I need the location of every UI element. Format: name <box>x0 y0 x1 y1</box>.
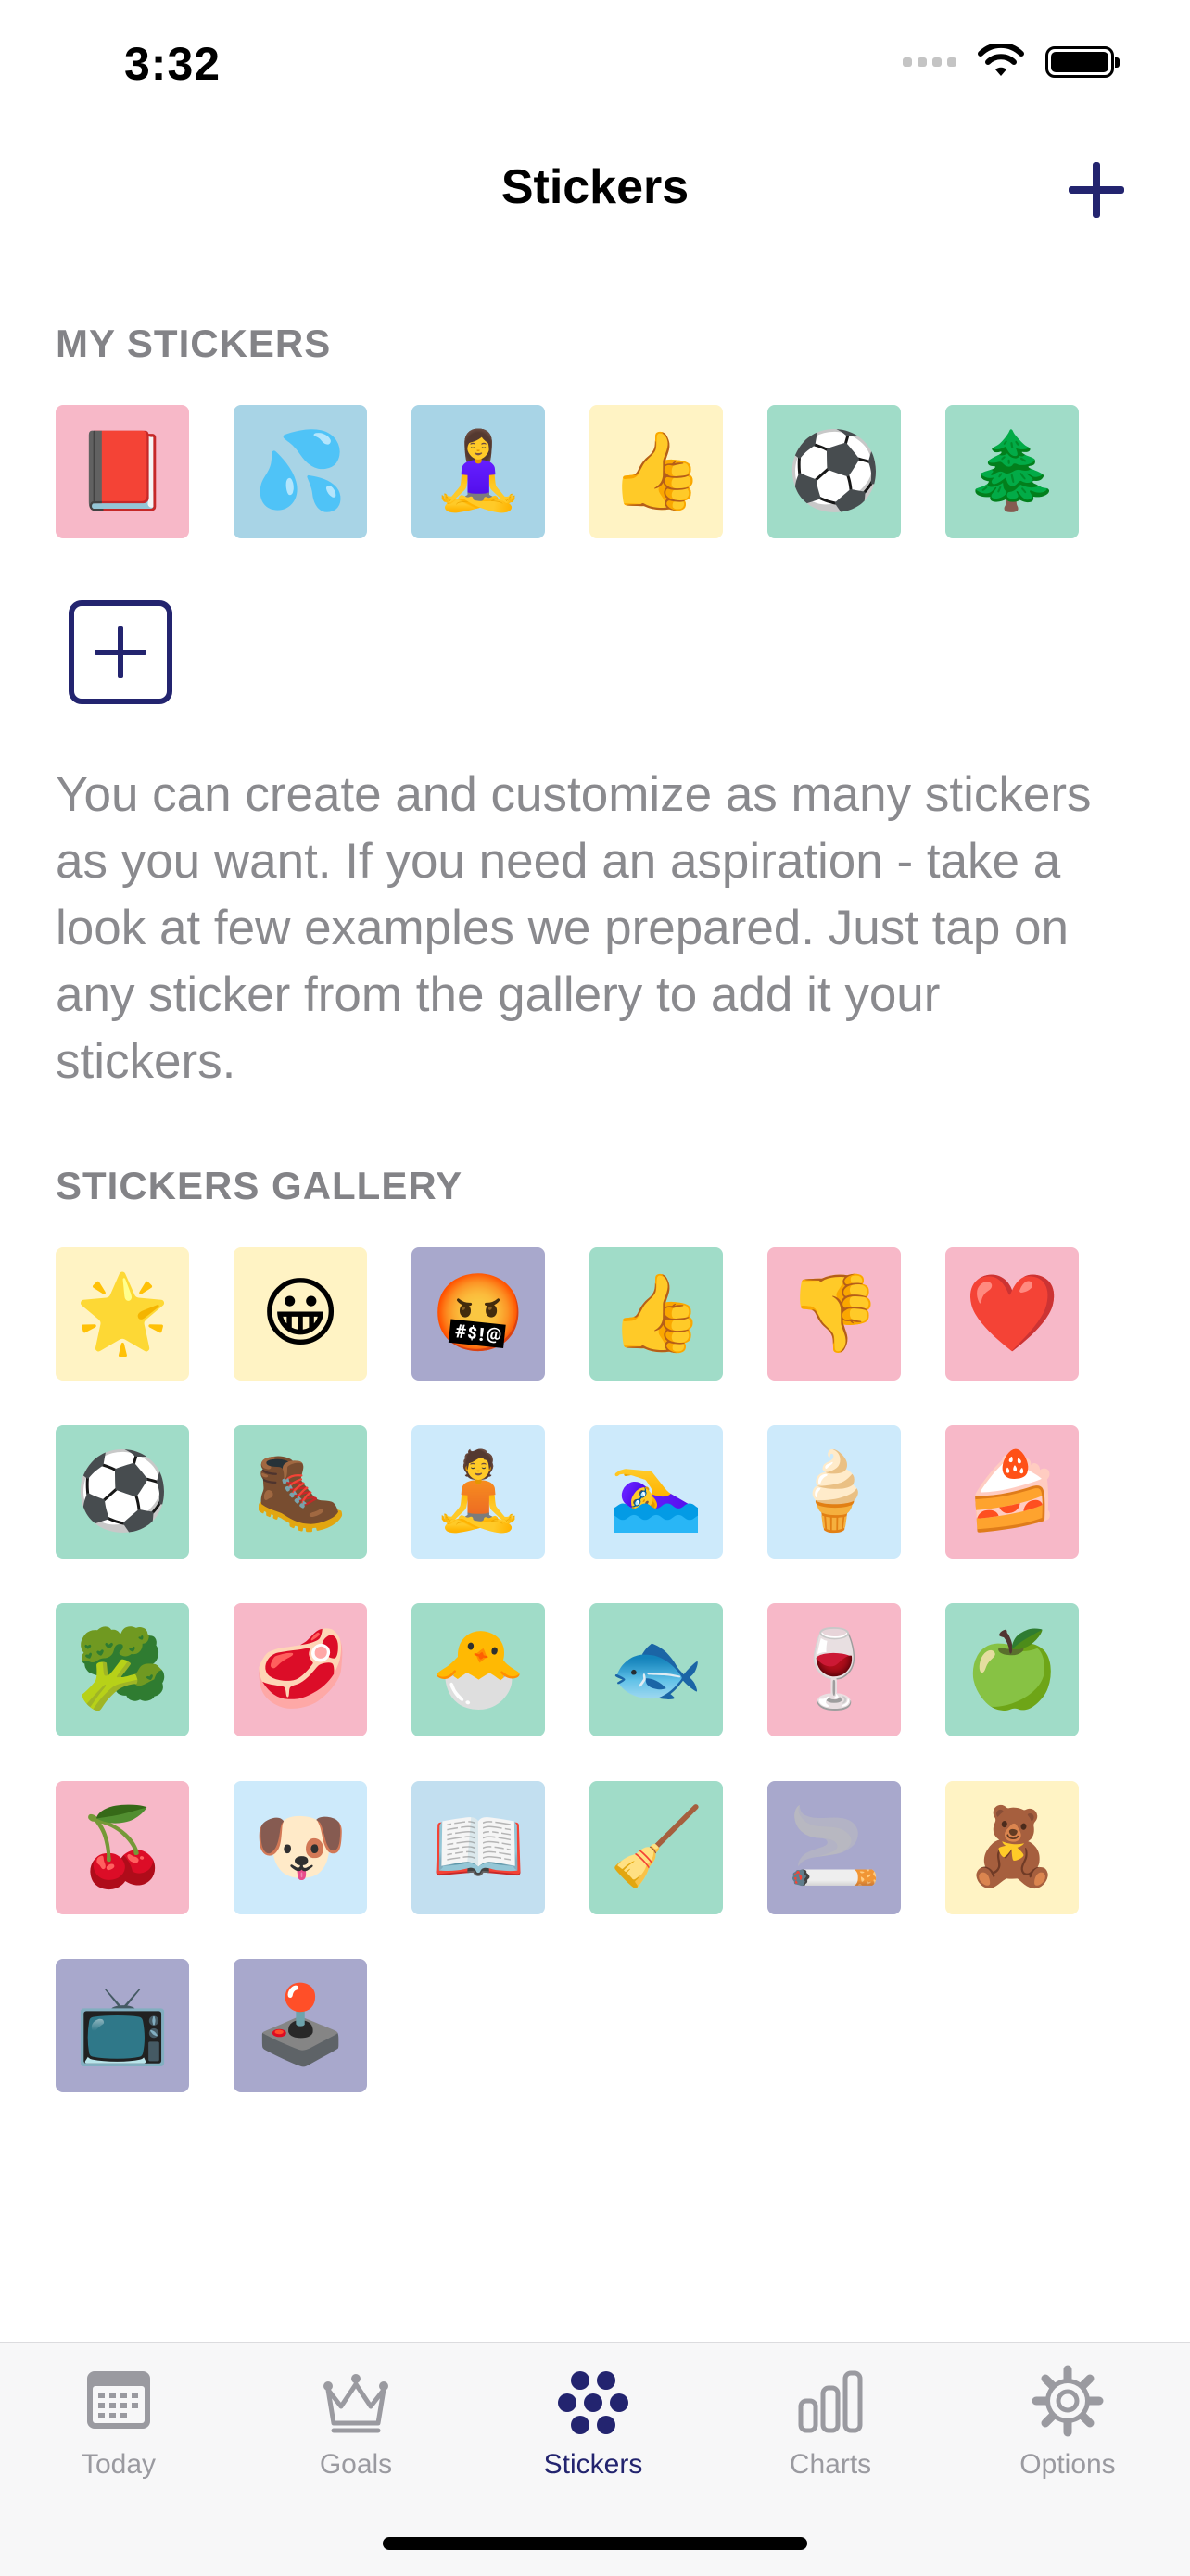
hatching-chick-icon: 🐣 <box>430 1627 526 1711</box>
tab-goals-label: Goals <box>319 2449 393 2480</box>
woman-swimming-icon: 🏊‍♀️ <box>608 1449 704 1534</box>
sticker-television[interactable]: 📺 <box>56 1959 189 2092</box>
thumbs-up-icon: 👍 <box>608 1271 704 1356</box>
sticker-green-apple[interactable]: 🍏 <box>945 1603 1079 1736</box>
tab-goals[interactable]: Goals <box>263 2364 449 2503</box>
soccer-ball-icon: ⚽ <box>74 1449 171 1534</box>
sticker-dog-face[interactable]: 🐶 <box>234 1781 367 1914</box>
bar-chart-icon <box>798 2370 863 2433</box>
sticker-shortcake[interactable]: 🍰 <box>945 1425 1079 1559</box>
sticker-soccer-ball[interactable]: ⚽ <box>767 405 901 538</box>
sticker-person-in-lotus-position[interactable]: 🧘 <box>411 1425 545 1559</box>
teddy-bear-icon: 🧸 <box>964 1805 1060 1889</box>
sticker-hiking-boot[interactable]: 🥾 <box>234 1425 367 1559</box>
crown-icon <box>323 2374 388 2433</box>
sticker-cigarette[interactable]: 🚬 <box>767 1781 901 1914</box>
sweat-droplets-icon: 💦 <box>252 429 348 513</box>
tab-charts-label: Charts <box>789 2449 872 2480</box>
tab-today-label: Today <box>81 2449 157 2480</box>
cigarette-icon: 🚬 <box>786 1805 882 1889</box>
cut-of-meat-icon: 🥩 <box>252 1627 348 1711</box>
evergreen-tree-icon: 🌲 <box>964 429 1060 513</box>
status-indicators <box>903 44 1120 80</box>
wifi-icon <box>978 44 1024 76</box>
stickers-gallery-header: STICKERS GALLERY <box>56 1164 463 1207</box>
soft-ice-cream-icon: 🍦 <box>786 1449 882 1534</box>
face-with-symbols-icon: 🤬 <box>430 1271 526 1356</box>
tab-options[interactable]: Options <box>975 2364 1160 2503</box>
sticker-fish[interactable]: 🐟 <box>589 1603 723 1736</box>
green-apple-icon: 🍏 <box>964 1627 1060 1711</box>
battery-icon <box>1045 46 1120 78</box>
add-sticker-nav-button[interactable] <box>1066 159 1127 221</box>
tab-stickers[interactable]: Stickers <box>500 2364 686 2503</box>
cellular-signal-icon <box>903 57 956 67</box>
tab-stickers-label: Stickers <box>543 2449 643 2480</box>
sticker-cherries[interactable]: 🍒 <box>56 1781 189 1914</box>
fish-icon: 🐟 <box>608 1627 704 1711</box>
add-sticker-button[interactable] <box>69 600 172 704</box>
plus-icon <box>1069 162 1124 218</box>
sticker-hatching-chick[interactable]: 🐣 <box>411 1603 545 1736</box>
page-title: Stickers <box>500 160 690 214</box>
home-indicator <box>383 2537 807 2550</box>
open-book-icon: 📖 <box>430 1805 526 1889</box>
sticker-woman-swimming[interactable]: 🏊‍♀️ <box>589 1425 723 1559</box>
sticker-thumbs-down[interactable]: 👎 <box>767 1247 901 1381</box>
closed-book-icon: 📕 <box>74 429 171 513</box>
sticker-broccoli[interactable]: 🥦 <box>56 1603 189 1736</box>
joystick-icon: 🕹️ <box>252 1983 348 2067</box>
thumbs-up-icon: 👍 <box>608 429 704 513</box>
sticker-face-with-symbols[interactable]: 🤬 <box>411 1247 545 1381</box>
thumbs-down-icon: 👎 <box>786 1271 882 1356</box>
sticker-woman-in-lotus-position[interactable]: 🧘‍♀️ <box>411 405 545 538</box>
television-icon: 📺 <box>74 1983 171 2067</box>
status-time: 3:32 <box>124 38 222 90</box>
calendar-icon <box>87 2371 150 2429</box>
sticker-soccer-ball[interactable]: ⚽ <box>56 1425 189 1559</box>
stickers-description: You can create and customize as many sti… <box>56 767 1092 1089</box>
sticker-broom[interactable]: 🧹 <box>589 1781 723 1914</box>
sticker-teddy-bear[interactable]: 🧸 <box>945 1781 1079 1914</box>
gear-icon <box>1032 2365 1104 2437</box>
person-in-lotus-position-icon: 🧘 <box>430 1449 526 1534</box>
dog-face-icon: 🐶 <box>252 1805 348 1889</box>
wine-glass-icon: 🍷 <box>786 1627 882 1711</box>
broccoli-icon: 🥦 <box>74 1627 171 1711</box>
grinning-face-icon: 😀 <box>260 1271 340 1356</box>
hiking-boot-icon: 🥾 <box>252 1449 348 1534</box>
sticker-red-heart[interactable]: ❤️ <box>945 1247 1079 1381</box>
glowing-star-icon: 🌟 <box>74 1271 171 1356</box>
sticker-grinning-face[interactable]: 😀 <box>234 1247 367 1381</box>
cherries-icon: 🍒 <box>74 1805 171 1889</box>
tab-today[interactable]: Today <box>26 2364 211 2503</box>
red-heart-icon: ❤️ <box>964 1271 1060 1356</box>
soccer-ball-icon: ⚽ <box>786 429 882 513</box>
sticker-thumbs-up[interactable]: 👍 <box>589 1247 723 1381</box>
sticker-cut-of-meat[interactable]: 🥩 <box>234 1603 367 1736</box>
broom-icon: 🧹 <box>608 1805 704 1889</box>
sticker-sweat-droplets[interactable]: 💦 <box>234 405 367 538</box>
tab-options-label: Options <box>1019 2449 1116 2480</box>
sticker-open-book[interactable]: 📖 <box>411 1781 545 1914</box>
shortcake-icon: 🍰 <box>964 1449 1060 1534</box>
sticker-thumbs-up[interactable]: 👍 <box>589 405 723 538</box>
sticker-closed-book[interactable]: 📕 <box>56 405 189 538</box>
my-stickers-header: MY STICKERS <box>56 322 332 365</box>
sticker-joystick[interactable]: 🕹️ <box>234 1959 367 2092</box>
dots-cluster-icon <box>558 2371 628 2434</box>
sticker-glowing-star[interactable]: 🌟 <box>56 1247 189 1381</box>
tab-charts[interactable]: Charts <box>738 2364 923 2503</box>
sticker-evergreen-tree[interactable]: 🌲 <box>945 405 1079 538</box>
woman-in-lotus-position-icon: 🧘‍♀️ <box>430 429 526 513</box>
sticker-wine-glass[interactable]: 🍷 <box>767 1603 901 1736</box>
sticker-soft-ice-cream[interactable]: 🍦 <box>767 1425 901 1559</box>
